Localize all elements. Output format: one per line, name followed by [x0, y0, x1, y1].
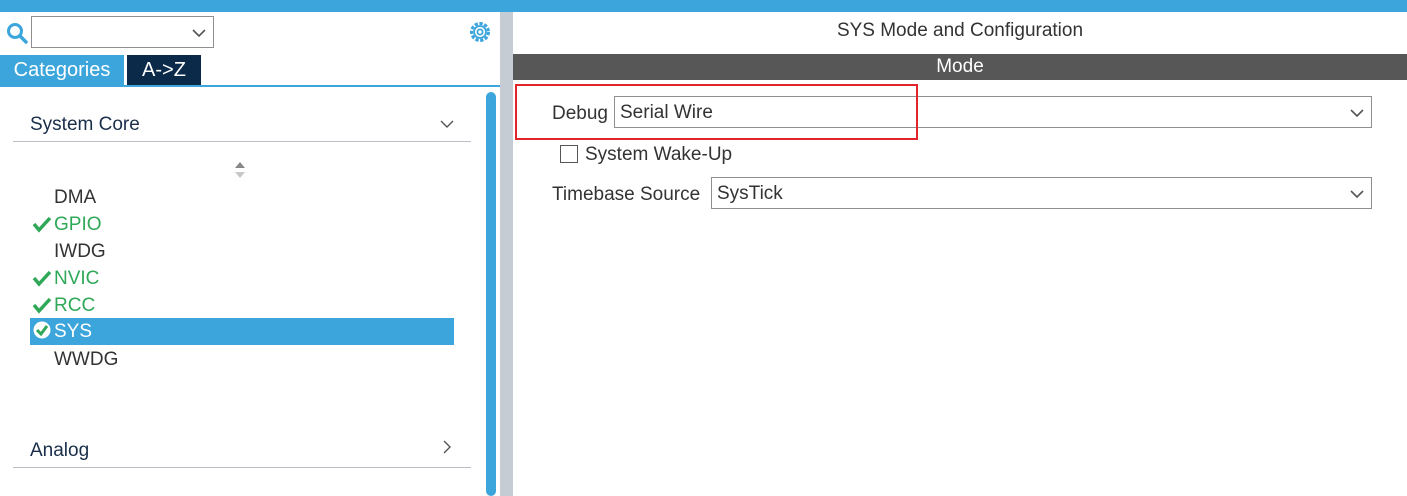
- list-item-label: WWDG: [54, 349, 119, 370]
- list-item-label: IWDG: [54, 241, 106, 262]
- tab-categories[interactable]: Categories: [0, 55, 124, 85]
- chevron-down-icon[interactable]: [191, 25, 207, 41]
- timebase-select[interactable]: SysTick: [711, 177, 1372, 209]
- group-label: System Core: [30, 114, 140, 135]
- chevron-down-icon: [1350, 190, 1364, 199]
- mode-section-header[interactable]: Mode: [513, 54, 1407, 80]
- right-panel: SYS Mode and Configuration Mode Debug Se…: [513, 12, 1407, 496]
- list-item-dma[interactable]: DMA: [30, 184, 454, 211]
- system-wakeup-checkbox[interactable]: [560, 145, 578, 163]
- top-accent-bar: [0, 0, 1407, 12]
- check-icon: [32, 270, 52, 287]
- list-item-sys[interactable]: SYS: [30, 318, 454, 345]
- list-item-nvic[interactable]: NVIC: [30, 265, 454, 292]
- list-item-wwdg[interactable]: WWDG: [30, 346, 454, 373]
- check-circle-icon: [33, 321, 51, 339]
- list-item-label: GPIO: [54, 214, 102, 235]
- list-item-gpio[interactable]: GPIO: [30, 211, 454, 238]
- group-label: Analog: [30, 440, 90, 461]
- left-panel: Categories A->Z System Core DMA GPIO IWD…: [0, 12, 500, 496]
- list-item-label: NVIC: [54, 268, 100, 289]
- list-item-label: DMA: [54, 187, 97, 208]
- check-icon: [32, 297, 52, 314]
- search-icon[interactable]: [6, 22, 28, 44]
- group-analog[interactable]: Analog: [13, 432, 471, 468]
- timebase-label: Timebase Source: [552, 184, 701, 205]
- scrollbar-thumb[interactable]: [486, 92, 496, 496]
- tab-a-to-z[interactable]: A->Z: [127, 55, 201, 85]
- list-item-iwdg[interactable]: IWDG: [30, 238, 454, 265]
- chevron-down-icon: [440, 120, 454, 128]
- check-icon: [32, 216, 52, 233]
- system-wakeup-label: System Wake-Up: [585, 144, 733, 165]
- chevron-right-icon: [443, 440, 451, 454]
- timebase-select-value: SysTick: [717, 183, 783, 204]
- chevron-down-icon: [1350, 109, 1364, 118]
- highlight-annotation-box: [515, 84, 918, 140]
- list-item-label: SYS: [54, 321, 93, 342]
- group-system-core[interactable]: System Core: [13, 106, 471, 142]
- tab-underline: [0, 85, 500, 87]
- page-title: SYS Mode and Configuration: [836, 20, 1084, 41]
- gear-icon[interactable]: [467, 19, 493, 45]
- search-input[interactable]: [31, 16, 214, 48]
- list-item-label: RCC: [54, 295, 96, 316]
- list-item-rcc[interactable]: RCC: [30, 292, 454, 319]
- sort-icon[interactable]: [233, 160, 247, 180]
- panel-splitter[interactable]: [500, 12, 513, 496]
